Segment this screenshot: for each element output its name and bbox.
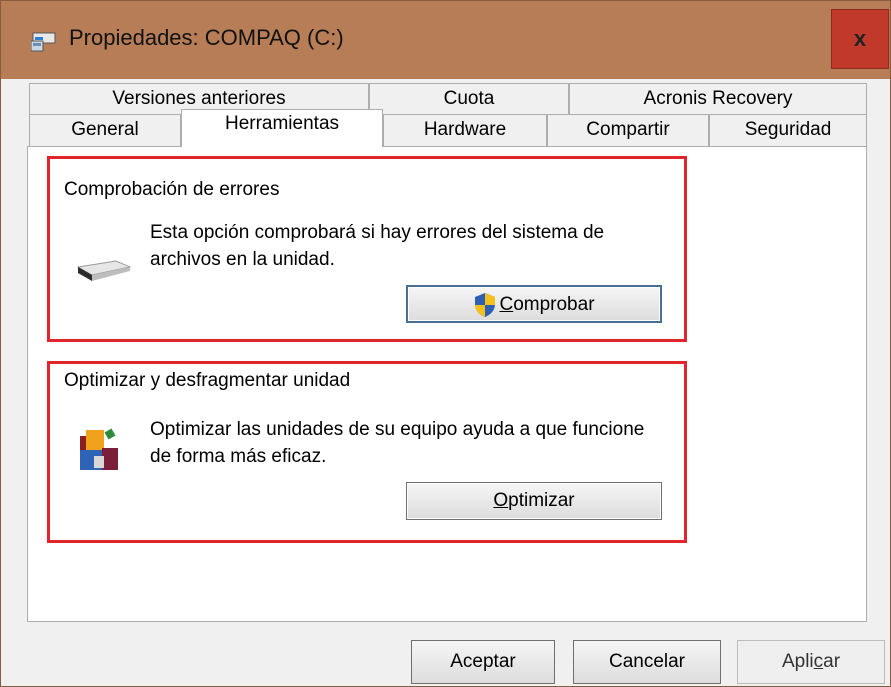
- tab-label: Compartir: [586, 119, 670, 140]
- tab-label: Herramientas: [224, 113, 340, 134]
- close-icon: x: [853, 26, 867, 51]
- error-check-group: Comprobación de errores Esta opción comp…: [47, 156, 687, 342]
- window-title: Propiedades: COMPAQ (C:): [69, 25, 344, 50]
- aceptar-label: Aceptar: [450, 651, 516, 672]
- close-button[interactable]: x: [831, 9, 889, 69]
- tab-label: Versiones anteriores: [112, 88, 286, 109]
- optimize-description: Optimizar las unidades de su equipo ayud…: [150, 419, 645, 467]
- optimizar-mnemonic: O: [493, 490, 509, 511]
- comprobar-mnemonic: C: [499, 294, 514, 315]
- optimize-group: Optimizar y desfragmentar unidad Optimiz…: [47, 361, 687, 543]
- aplicar-label-start: Apli: [781, 651, 814, 672]
- cancelar-button[interactable]: Cancelar: [573, 640, 721, 684]
- optimizar-button[interactable]: Optimizar: [406, 482, 662, 520]
- defrag-icon: [80, 428, 118, 470]
- aplicar-mnemonic: c: [813, 651, 824, 672]
- aplicar-button[interactable]: Aplicar: [737, 640, 885, 684]
- tab-hardware[interactable]: Hardware: [383, 114, 547, 146]
- tab-general[interactable]: General: [29, 114, 181, 146]
- drive-icon: [76, 260, 132, 281]
- cancelar-label: Cancelar: [608, 651, 686, 672]
- optimizar-label: ptimizar: [508, 490, 575, 511]
- uac-shield-icon: [475, 292, 496, 317]
- aplicar-label-end: ar: [823, 651, 841, 672]
- title-bar[interactable]: Propiedades: COMPAQ (C:) x: [1, 1, 890, 79]
- error-check-description: Esta opción comprobará si hay errores de…: [150, 222, 605, 270]
- tab-label: Hardware: [423, 119, 507, 140]
- comprobar-button[interactable]: Comprobar: [406, 285, 662, 323]
- tab-seguridad[interactable]: Seguridad: [709, 114, 867, 146]
- comprobar-label: omprobar: [513, 294, 595, 315]
- tab-acronis-recovery[interactable]: Acronis Recovery: [569, 83, 867, 115]
- error-check-title: Comprobación de errores: [64, 179, 280, 200]
- tab-herramientas[interactable]: Herramientas: [181, 109, 383, 147]
- drive-icon: [31, 32, 56, 52]
- tab-label: Seguridad: [744, 119, 832, 140]
- aceptar-button[interactable]: Aceptar: [411, 640, 555, 684]
- properties-window: Propiedades: COMPAQ (C:) x Versiones ant…: [0, 0, 891, 687]
- tab-cuota[interactable]: Cuota: [369, 83, 569, 115]
- optimize-title: Optimizar y desfragmentar unidad: [64, 370, 351, 391]
- tab-compartir[interactable]: Compartir: [547, 114, 709, 146]
- tab-label: Cuota: [443, 88, 495, 109]
- tab-label: Acronis Recovery: [643, 88, 793, 109]
- tab-label: General: [71, 119, 139, 140]
